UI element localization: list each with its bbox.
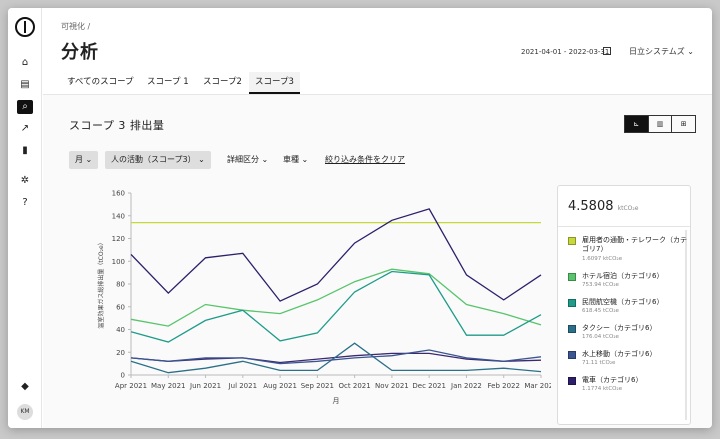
- y-tick-label: 60: [116, 303, 125, 311]
- legend-panel: 4.5808 ktCO₂e 雇用者の通勤・テレワーク（カテゴリ7） 1.6097 …: [557, 185, 691, 425]
- page-title: 分析: [61, 42, 99, 63]
- y-tick-label: 20: [116, 349, 125, 357]
- series-line: [130, 270, 542, 343]
- x-tick-label: Sep 2021: [301, 382, 334, 390]
- total-value: 4.5808: [568, 199, 614, 214]
- emissions-line-chart: 0 20 40 60 80 100 120 140 160 Apr 2021 May 2021 Jun…: [97, 190, 551, 406]
- y-tick-label: 140: [112, 212, 125, 220]
- breadcrumb[interactable]: 可視化 /: [61, 21, 90, 32]
- x-tick-label: Dec 2021: [412, 382, 446, 390]
- tab-scope-3[interactable]: スコープ3: [249, 72, 300, 94]
- legend-label: 電車（カテゴリ6）: [582, 376, 643, 384]
- x-tick-label: Jul 2021: [228, 382, 258, 390]
- y-tick-label: 80: [116, 281, 125, 289]
- line-view-button[interactable]: ⊾: [625, 116, 649, 132]
- bell-icon[interactable]: ◆: [17, 380, 33, 394]
- x-tick-label: Apr 2021: [115, 382, 147, 390]
- legend-swatch: [568, 377, 576, 385]
- y-tick-label: 120: [112, 235, 125, 243]
- detail-filter[interactable]: 詳細区分 ⌄: [227, 151, 268, 169]
- section-title: スコープ 3 排出量: [69, 119, 165, 132]
- tab-all-scopes[interactable]: すべてのスコープ: [61, 72, 140, 94]
- legend-label: 民間航空機（カテゴリ6）: [582, 298, 664, 306]
- legend-value: 1.1774 ktCO₂e: [582, 386, 623, 392]
- series-line: [130, 268, 542, 327]
- bar-view-button[interactable]: ▥: [649, 116, 673, 132]
- main-area: 可視化 / 分析 2021-04-01 - 2022-03-31 日立システムズ…: [43, 8, 712, 428]
- chart-icon[interactable]: ↗: [17, 122, 33, 136]
- tab-scope-2[interactable]: スコープ2: [197, 72, 248, 94]
- legend-value: 618.45 tCO₂e: [582, 308, 619, 314]
- period-select[interactable]: 月 ⌄: [69, 151, 99, 169]
- activity-select[interactable]: 人の活動（スコープ3） ⌄: [105, 151, 211, 169]
- org-selector[interactable]: 日立システムズ ⌄: [629, 46, 694, 57]
- legend-swatch: [568, 351, 576, 359]
- y-tick-label: 0: [121, 372, 125, 380]
- home-icon[interactable]: ⌂: [17, 56, 33, 70]
- y-tick-label: 160: [112, 190, 125, 198]
- clear-filters-link[interactable]: 絞り込み条件をクリア: [325, 151, 405, 169]
- view-toggle: ⊾ ▥ ⊞: [624, 115, 696, 133]
- vehicle-filter[interactable]: 車種 ⌄: [283, 151, 308, 169]
- x-tick-label: Jun 2021: [189, 382, 221, 390]
- series-line: [130, 352, 542, 364]
- file-icon[interactable]: ▮: [17, 144, 33, 158]
- logo-icon[interactable]: [15, 17, 35, 37]
- y-tick-label: 40: [116, 326, 125, 334]
- legend-swatch: [568, 325, 576, 333]
- gear-icon[interactable]: ✲: [17, 174, 33, 188]
- app-window: ⌂ ▤ ⌕ ↗ ▮ ✲ ? ◆ KM 可視化 / 分析 2021-04-01 -…: [8, 8, 712, 428]
- x-tick-label: May 2021: [151, 382, 186, 390]
- x-tick-label: Jan 2022: [450, 382, 482, 390]
- document-icon[interactable]: ▤: [17, 78, 33, 92]
- content-panel: スコープ 3 排出量 ⊾ ▥ ⊞ 月 ⌄ 人の活動（スコープ3） ⌄ 詳細区分 …: [43, 95, 712, 428]
- legend-swatch: [568, 273, 576, 281]
- y-axis-label: 温室効果ガス総排出量（tCO₂e）: [97, 239, 105, 328]
- x-tick-label: Aug 2021: [263, 382, 297, 390]
- left-rail: ⌂ ▤ ⌕ ↗ ▮ ✲ ? ◆ KM: [8, 8, 42, 428]
- date-range[interactable]: 2021-04-01 - 2022-03-31: [521, 48, 609, 56]
- tab-scope-1[interactable]: スコープ 1: [141, 72, 195, 94]
- x-tick-label: Nov 2021: [375, 382, 409, 390]
- legend-swatch: [568, 299, 576, 307]
- legend-value: 176.04 tCO₂e: [582, 334, 619, 340]
- avatar[interactable]: KM: [17, 404, 33, 420]
- legend-value: 71.11 tCO₂e: [582, 360, 616, 366]
- help-icon[interactable]: ?: [17, 196, 33, 210]
- legend-label: ホテル宿泊（カテゴリ6）: [582, 272, 664, 280]
- search-icon[interactable]: ⌕: [17, 100, 33, 114]
- legend-divider: [558, 226, 690, 227]
- legend-swatch: [568, 237, 576, 245]
- total-unit: ktCO₂e: [617, 205, 639, 212]
- legend-value: 753.94 tCO₂e: [582, 282, 619, 288]
- total-emissions: 4.5808 ktCO₂e: [568, 199, 638, 214]
- x-tick-label: Feb 2022: [488, 382, 520, 390]
- y-tick-label: 100: [112, 258, 125, 266]
- x-axis-label: 月: [333, 397, 340, 405]
- calendar-icon[interactable]: [603, 47, 611, 55]
- legend-label: タクシー（カテゴリ6）: [582, 324, 657, 332]
- legend-label: 雇用者の通勤・テレワーク（カテゴリ7）: [582, 236, 687, 253]
- legend-label: 水上移動（カテゴリ6）: [582, 350, 657, 358]
- x-tick-label: Mar 2022: [524, 382, 551, 390]
- legend-value: 1.6097 ktCO₂e: [582, 256, 623, 262]
- x-tick-label: Oct 2021: [339, 382, 371, 390]
- table-view-button[interactable]: ⊞: [672, 116, 695, 132]
